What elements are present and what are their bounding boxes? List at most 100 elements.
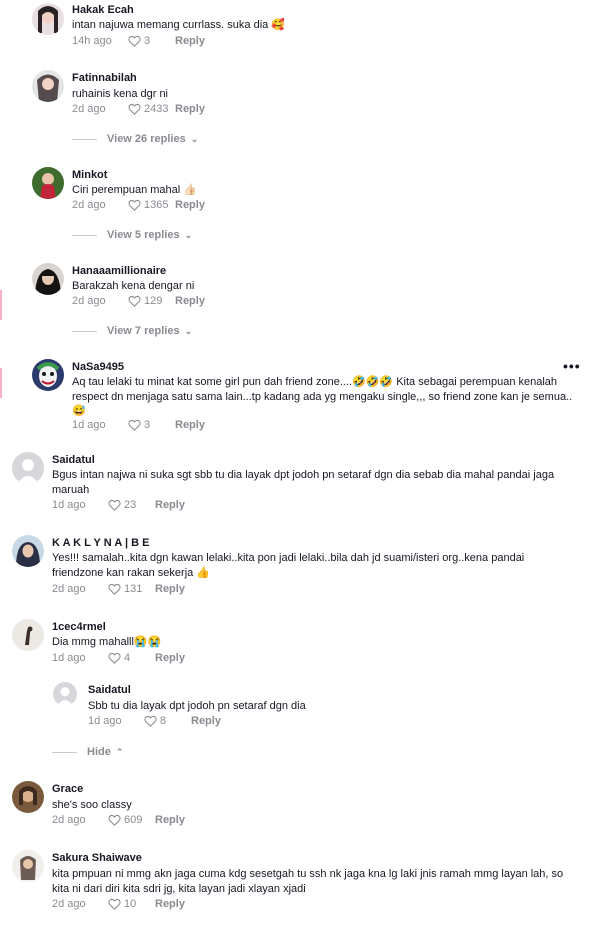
like-count: 609 — [124, 814, 143, 826]
view-replies-button[interactable]: View 7 replies ⌄ — [72, 325, 192, 337]
scroll-indicator — [0, 368, 2, 398]
like-count: 129 — [144, 295, 163, 307]
like-button[interactable]: 131 — [108, 583, 155, 595]
like-button[interactable]: 129 — [128, 295, 175, 307]
heart-outline-icon — [108, 898, 121, 910]
comment-username[interactable]: K A K L Y N A | B E — [52, 537, 149, 549]
like-count: 131 — [124, 583, 143, 595]
reply-button[interactable]: Reply — [155, 898, 185, 910]
reply-button[interactable]: Reply — [175, 103, 205, 115]
avatar[interactable] — [32, 167, 64, 199]
like-count: 3 — [144, 419, 151, 431]
comment-text: intan najuwa memang currlass. suka dia 🥰 — [72, 19, 286, 31]
chevron-down-icon: ⌄ — [190, 133, 199, 144]
comment-time: 14h ago — [72, 35, 112, 47]
comment-meta: 2d ago 131 Reply — [52, 583, 185, 595]
heart-outline-icon — [108, 652, 121, 664]
view-replies-button[interactable]: View 5 replies ⌄ — [72, 229, 192, 241]
comment-username[interactable]: NaSa9495 — [72, 361, 124, 373]
comment-username[interactable]: Saidatul — [52, 454, 95, 466]
more-options-icon[interactable]: ••• — [563, 358, 581, 374]
like-button[interactable]: 23 — [108, 499, 155, 511]
comment-time: 1d ago — [72, 419, 106, 431]
comment-time: 2d ago — [52, 898, 86, 910]
hide-replies-button[interactable]: Hide ⌃ — [52, 746, 123, 758]
comment-username[interactable]: Fatinnabilah — [72, 72, 137, 84]
reply-button[interactable]: Reply — [175, 295, 205, 307]
comment-meta: 1d ago 4 Reply — [52, 652, 185, 664]
view-replies-button[interactable]: View 26 replies ⌄ — [72, 133, 198, 145]
comment-meta: 2d ago 129 Reply — [72, 295, 205, 307]
comment-username[interactable]: Hakak Ecah — [72, 4, 134, 16]
divider — [72, 330, 97, 332]
comment-time: 2d ago — [72, 103, 106, 115]
comment-meta: 2d ago 1365 Reply — [72, 199, 205, 211]
comment-meta: 1d ago 23 Reply — [52, 499, 185, 511]
chevron-up-icon: ⌃ — [115, 746, 124, 757]
reply-time: 1d ago — [88, 715, 122, 727]
comment-time: 1d ago — [52, 499, 86, 511]
like-button[interactable]: 3 — [128, 35, 175, 47]
like-button[interactable]: 4 — [108, 652, 155, 664]
reply-button[interactable]: Reply — [191, 715, 221, 727]
comment-text: Yes!!! samalah..kita dgn kawan lelaki..k… — [52, 552, 525, 579]
avatar[interactable] — [12, 781, 44, 813]
scroll-indicator — [0, 290, 2, 320]
reply-button[interactable]: Reply — [155, 814, 185, 826]
reply-button[interactable]: Reply — [175, 35, 205, 47]
chevron-down-icon: ⌄ — [184, 325, 193, 336]
comment-text: kita pmpuan ni mmg akn jaga cuma kdg ses… — [52, 868, 564, 895]
comment-text: Aq tau lelaki tu minat kat some girl pun… — [72, 376, 573, 417]
reply-username[interactable]: Saidatul — [88, 684, 131, 696]
avatar[interactable] — [32, 359, 64, 391]
reply-button[interactable]: Reply — [175, 419, 205, 431]
comment-username[interactable]: Grace — [52, 783, 83, 795]
chevron-down-icon: ⌄ — [184, 229, 193, 240]
comment-username[interactable]: 1cec4rmel — [52, 621, 106, 633]
like-button[interactable]: 8 — [144, 715, 191, 727]
avatar[interactable] — [12, 452, 44, 484]
reply-button[interactable]: Reply — [155, 499, 185, 511]
avatar[interactable] — [32, 3, 64, 35]
like-button[interactable]: 3 — [128, 419, 175, 431]
avatar[interactable] — [32, 263, 64, 295]
comment-username[interactable]: Minkot — [72, 169, 107, 181]
heart-outline-icon — [128, 35, 141, 47]
heart-outline-icon — [128, 419, 141, 431]
like-count: 10 — [124, 898, 137, 910]
reply-button[interactable]: Reply — [155, 583, 185, 595]
comment-meta: 1d ago 3 Reply — [72, 419, 205, 431]
like-count: 4 — [124, 652, 131, 664]
avatar[interactable] — [32, 70, 64, 102]
comment-meta: 2d ago 10 Reply — [52, 898, 185, 910]
comment-text: Barakzah kena dengar ni — [72, 280, 195, 292]
reply-meta: 1d ago 8 Reply — [88, 715, 221, 727]
comment-text: Ciri perempuan mahal 👍🏻 — [72, 184, 197, 196]
like-button[interactable]: 609 — [108, 814, 155, 826]
view-replies-label: View 5 replies — [107, 229, 180, 241]
comment-meta: 2d ago 609 Reply — [52, 814, 185, 826]
like-count: 1365 — [144, 199, 169, 211]
reply-button[interactable]: Reply — [175, 199, 205, 211]
avatar[interactable] — [12, 619, 44, 651]
avatar[interactable] — [12, 535, 44, 567]
view-replies-label: View 26 replies — [107, 133, 186, 145]
hide-label: Hide — [87, 746, 111, 758]
comment-time: 1d ago — [52, 652, 86, 664]
heart-outline-icon — [108, 583, 121, 595]
like-button[interactable]: 2433 — [128, 103, 175, 115]
comment-username[interactable]: Hanaaamillionaire — [72, 265, 166, 277]
divider — [72, 234, 97, 236]
divider — [72, 138, 97, 140]
like-button[interactable]: 10 — [108, 898, 155, 910]
comment-time: 2d ago — [72, 199, 106, 211]
comment-username[interactable]: Sakura Shaiwave — [52, 852, 142, 864]
avatar[interactable] — [12, 850, 44, 882]
comment-time: 2d ago — [52, 814, 86, 826]
heart-outline-icon — [128, 295, 141, 307]
heart-outline-icon — [108, 499, 121, 511]
avatar[interactable] — [53, 682, 77, 706]
like-count: 8 — [160, 715, 167, 727]
like-button[interactable]: 1365 — [128, 199, 175, 211]
reply-button[interactable]: Reply — [155, 652, 185, 664]
